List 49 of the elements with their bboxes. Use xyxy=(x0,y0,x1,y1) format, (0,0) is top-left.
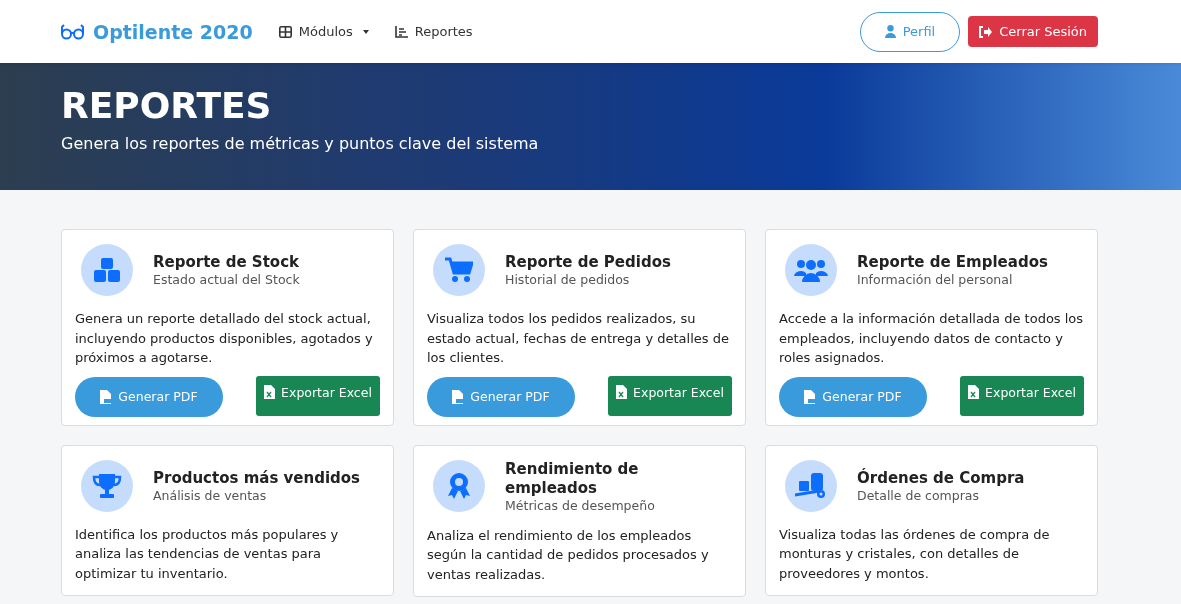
page-subtitle: Genera los reportes de métricas y puntos clave del sistema xyxy=(61,134,540,153)
sign-out-icon xyxy=(979,25,993,38)
card-title: Rendimiento de empleados xyxy=(505,459,640,498)
dolly-icon xyxy=(795,472,827,499)
export-excel-button[interactable]: Exportar Excel xyxy=(960,375,1084,416)
card-title: Reporte de Pedidos xyxy=(505,253,671,272)
card-subtitle: Historial de pedidos xyxy=(505,272,631,287)
excel-file-icon xyxy=(616,385,628,399)
card-subtitle: Análisis de ventas xyxy=(153,487,268,503)
card-description: Visualiza todos los pedidos realizados, su estado actual, fechas de entrega y detalles de los clientes. xyxy=(427,310,730,367)
card-subtitle: Estado actual del Stock xyxy=(153,272,300,287)
card-subtitle: Información del personal xyxy=(857,272,1014,287)
generate-pdf-button[interactable]: Generar PDF xyxy=(75,376,223,417)
card-subtitle: Métricas de desempeño xyxy=(505,497,656,513)
card-description: Visualiza todas las órdenes de compra de monturas y cristales, con detalles de proveedores y montos. xyxy=(779,525,1051,583)
profile-button[interactable]: Perfil xyxy=(859,11,961,52)
generate-pdf-button[interactable]: Generar PDF xyxy=(427,376,575,417)
caret-icon xyxy=(362,29,369,34)
modules-dropdown[interactable]: Módulos xyxy=(278,24,369,39)
grid-icon xyxy=(278,25,292,38)
card-description: Genera un reporte detallado del stock actual, incluyendo productos disponibles, agotados y próximos a agotarse. xyxy=(75,310,374,367)
card-description: Analiza el rendimiento de los empleados según la cantidad de pedidos procesados y ventas realizadas. xyxy=(427,526,710,584)
pdf-file-icon xyxy=(452,389,465,404)
card-title: Órdenes de Compra xyxy=(857,468,1025,488)
logout-button[interactable]: Cerrar Sesión xyxy=(968,16,1098,47)
export-excel-button[interactable]: Exportar Excel xyxy=(608,375,732,416)
bar-chart-icon xyxy=(394,25,408,38)
glasses-icon xyxy=(61,23,84,40)
trophy-icon xyxy=(92,472,122,499)
card-title: Reporte de Stock xyxy=(153,253,300,272)
export-excel-button[interactable]: Exportar Excel xyxy=(256,375,380,416)
user-icon xyxy=(884,25,896,38)
pdf-file-icon xyxy=(804,389,817,404)
card-description: Accede a la información detallada de todos los empleados, incluyendo datos de contacto y roles asignados. xyxy=(779,310,1084,367)
card-description: Identifica los productos más populares y analiza las tendencias de ventas para optimizar tu inventario. xyxy=(75,525,340,583)
pdf-file-icon xyxy=(100,389,113,404)
card-title: Productos más vendidos xyxy=(153,468,360,488)
excel-file-icon xyxy=(968,385,980,399)
boxes-icon xyxy=(94,258,120,282)
card-title: Reporte de Empleados xyxy=(857,253,1048,272)
users-icon xyxy=(794,258,828,282)
nav-link[interactable]: Reportes xyxy=(394,24,473,39)
excel-file-icon xyxy=(264,385,276,399)
card-subtitle: Detalle de compras xyxy=(857,487,981,503)
generate-pdf-button[interactable]: Generar PDF xyxy=(779,376,927,417)
brand-name: Optilente 2020 xyxy=(93,20,253,43)
cart-icon xyxy=(445,257,473,283)
page-title: REPORTES xyxy=(61,85,272,126)
award-icon xyxy=(447,472,471,500)
